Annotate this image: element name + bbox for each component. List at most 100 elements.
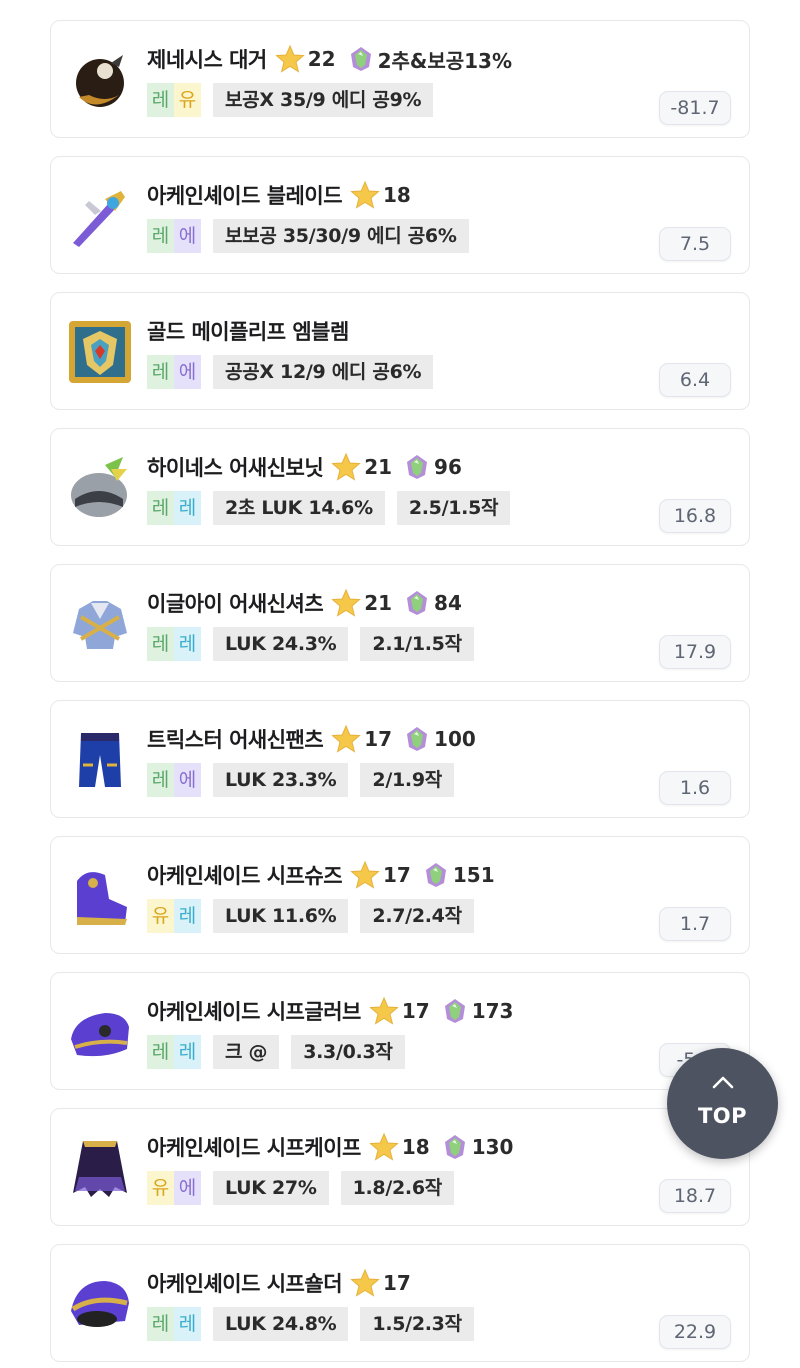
star-force-icon: [331, 588, 361, 617]
item-card[interactable]: 아케인셰이드 시프글러브17173레레크 @3.3/0.3작-5.9: [50, 972, 750, 1090]
star-force-count: 17: [401, 999, 430, 1023]
item-card[interactable]: 아케인셰이드 시프케이프 18 130 유 에 LUK 27% 1.8/2.6작 18.7: [50, 1108, 750, 1226]
flame-gem-icon: [407, 591, 428, 615]
item-option-row: 레 유 보공X 35/9 에디 공9%: [147, 83, 434, 117]
additional-potential-grade: 에: [174, 219, 201, 253]
star-force-count: 21: [364, 455, 393, 479]
item-name: 아케인셰이드 시프슈즈: [147, 864, 343, 888]
star-force-icon: [369, 1132, 399, 1161]
item-card[interactable]: 아케인셰이드 시프숄더 17 레 레 LUK 24.8% 1.5/2.3작 22.9: [50, 1244, 750, 1362]
option-tag: 3.3/0.3작: [291, 1035, 405, 1069]
emblem-icon: [69, 321, 131, 383]
item-option-row: 유 에 LUK 27% 1.8/2.6작: [147, 1171, 454, 1205]
item-name: 아케인셰이드 블레이드: [147, 184, 343, 208]
flame-value: 84: [434, 591, 462, 615]
item-title-row: 골드 메이플리프 엠블렘: [147, 315, 349, 347]
item-title-row: 아케인셰이드 시프숄더 17: [147, 1267, 411, 1299]
item-card[interactable]: 골드 메이플리프 엠블렘레 에 공공X 12/9 에디 공6% 6.4: [50, 292, 750, 410]
star-force-count: 17: [383, 1271, 411, 1295]
item-card[interactable]: 제네시스 대거 22 2추&보공13% 레 유 보공X 35/9 에디 공9% -81.7: [50, 20, 750, 138]
score-badge: 22.9: [659, 1315, 731, 1349]
item-title-row: 아케인셰이드 시프케이프 18 130: [147, 1131, 513, 1163]
potential-grade: 레에: [147, 763, 201, 797]
option-tag: LUK 23.3%: [213, 763, 349, 797]
main-potential-grade: 레: [147, 627, 174, 661]
main-potential-grade: 레: [147, 355, 174, 389]
item-option-row: 레 레 LUK 24.8% 1.5/2.3작: [147, 1307, 474, 1341]
item-title-row: 이글아이 어새신셔츠 21 84: [147, 587, 462, 619]
option-tag: 2초 LUK 14.6%: [213, 491, 385, 525]
item-name: 아케인셰이드 시프글러브: [147, 1000, 361, 1024]
potential-grade: 유에: [147, 1171, 201, 1205]
main-potential-grade: 레: [147, 1307, 174, 1341]
main-potential-grade: 유: [147, 1171, 174, 1205]
option-tag: LUK 27%: [213, 1171, 329, 1205]
option-tag: 2/1.9작: [360, 763, 454, 797]
potential-grade: 레유: [147, 83, 201, 117]
shoulder-icon: [71, 1281, 129, 1327]
star-force-icon: [350, 1268, 380, 1297]
option-tag: LUK 24.8%: [213, 1307, 349, 1341]
scroll-top-button[interactable]: TOP: [667, 1048, 778, 1159]
score-badge: 6.4: [659, 363, 731, 397]
potential-grade: 레에: [147, 355, 201, 389]
score-badge: 18.7: [659, 1179, 731, 1213]
shirt-icon: [73, 601, 127, 649]
item-name: 하이네스 어새신보닛: [147, 456, 324, 480]
item-name: 아케인셰이드 시프숄더: [147, 1272, 343, 1296]
star-force-icon: [331, 724, 361, 753]
flame-value: 173: [471, 999, 514, 1023]
item-card[interactable]: 이글아이 어새신셔츠 21 84 레 레 LUK 24.3% 2.1/1.5작 17.9: [50, 564, 750, 682]
cape-icon: [73, 1141, 127, 1197]
additional-potential-grade: 레: [174, 491, 201, 525]
item-card[interactable]: 하이네스 어새신보닛 21 96 레 레 2초 LUK 14.6% 2.5/1.5작 16.8: [50, 428, 750, 546]
item-name: 트릭스터 어새신팬츠: [147, 728, 324, 752]
arcane-blade-icon: [73, 191, 125, 247]
option-tag: 보보공 35/30/9 에디 공6%: [213, 219, 469, 253]
additional-potential-grade: 에: [174, 763, 201, 797]
item-title-row: 아케인셰이드 블레이드 18: [147, 179, 411, 211]
item-option-row: 레레 크 @ 3.3/0.3작: [147, 1035, 405, 1069]
item-title-row: 트릭스터 어새신팬츠 17 100: [147, 723, 476, 755]
item-card[interactable]: 아케인셰이드 시프슈즈 17 151 유 레 LUK 11.6% 2.7/2.4작 1.7: [50, 836, 750, 954]
score-badge: 17.9: [659, 635, 731, 669]
star-force-count: 18: [401, 1135, 430, 1159]
potential-grade: 레에: [147, 219, 201, 253]
item-name: 아케인셰이드 시프케이프: [147, 1136, 361, 1160]
potential-grade: 레레: [147, 1035, 201, 1069]
flame-gem-icon: [407, 727, 428, 751]
pants-icon: [79, 733, 121, 787]
star-force-icon: [350, 180, 380, 209]
item-name: 골드 메이플리프 엠블렘: [147, 320, 349, 344]
potential-grade: 유레: [147, 899, 201, 933]
shoes-icon: [77, 872, 127, 925]
option-tag: 공공X 12/9 에디 공6%: [213, 355, 434, 389]
option-tag: LUK 11.6%: [213, 899, 349, 933]
option-tag: 1.5/2.3작: [360, 1307, 474, 1341]
flame-value: 100: [434, 727, 476, 751]
flame-gem-icon: [444, 1135, 465, 1159]
item-option-row: 레 에 보보공 35/30/9 에디 공6%: [147, 219, 469, 253]
star-force-count: 17: [383, 863, 411, 887]
main-potential-grade: 유: [147, 899, 174, 933]
item-card[interactable]: 트릭스터 어새신팬츠 17 100 레 에 LUK 23.3% 2/1.9작 1.6: [50, 700, 750, 818]
main-potential-grade: 레: [147, 83, 174, 117]
option-tag: 2.1/1.5작: [360, 627, 474, 661]
flame-gem-icon: [425, 863, 446, 887]
potential-grade: 레레: [147, 491, 201, 525]
additional-potential-grade: 레: [174, 1307, 201, 1341]
additional-potential-grade: 레: [174, 627, 201, 661]
potential-grade: 레레: [147, 1307, 201, 1341]
star-force-icon: [274, 44, 305, 73]
star-force-icon: [369, 996, 399, 1025]
option-tag: 보공X 35/9 에디 공9%: [213, 83, 434, 117]
star-force-count: 17: [364, 727, 393, 751]
score-badge: 1.7: [659, 907, 731, 941]
item-card[interactable]: 아케인셰이드 블레이드 18 레 에 보보공 35/30/9 에디 공6% 7.5: [50, 156, 750, 274]
option-tag: LUK 24.3%: [213, 627, 349, 661]
star-force-count: 22: [307, 47, 336, 71]
chevron-up-icon: [712, 1076, 734, 1089]
item-title-row: 아케인셰이드 시프글러브 17 173: [147, 995, 513, 1027]
genesis-dagger-icon: [76, 55, 124, 107]
star-force-count: 21: [364, 591, 393, 615]
